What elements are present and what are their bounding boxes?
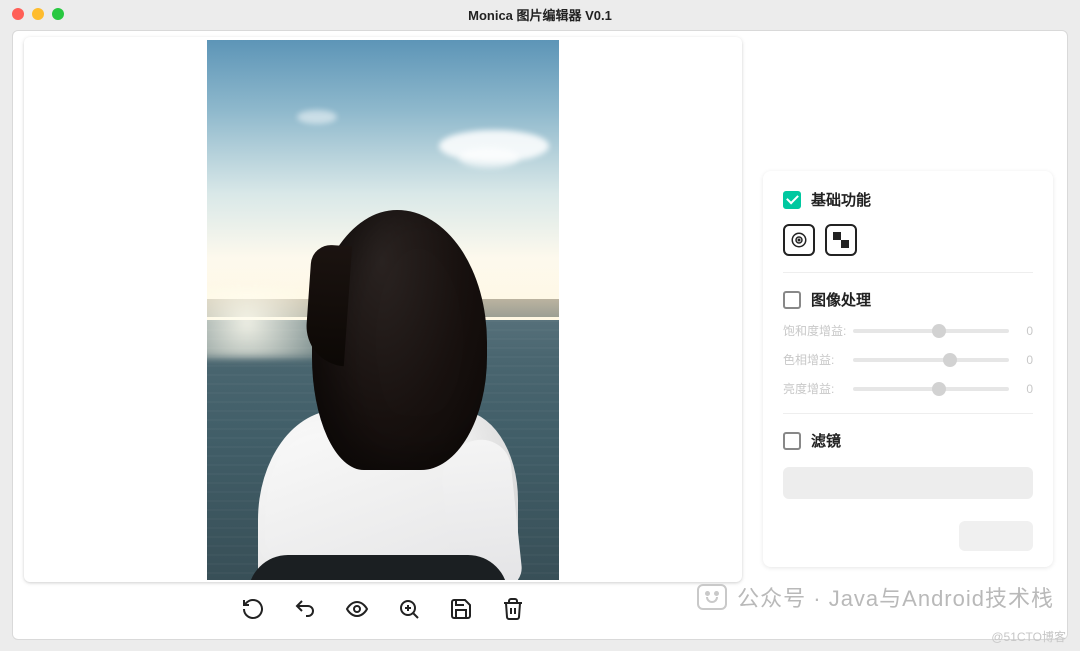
titlebar: Monica 图片编辑器 V0.1: [0, 0, 1080, 28]
hue-label: 色相增益:: [783, 351, 845, 368]
saturation-slider[interactable]: [853, 329, 1009, 333]
slider-brightness: 亮度增益: 0: [783, 380, 1033, 397]
hue-value: 0: [1017, 353, 1033, 367]
image-processing-checkbox[interactable]: [783, 291, 801, 309]
reset-icon[interactable]: [240, 596, 266, 622]
delete-icon[interactable]: [500, 596, 526, 622]
brightness-value: 0: [1017, 382, 1033, 396]
maximize-window-button[interactable]: [52, 8, 64, 20]
saturation-value: 0: [1017, 324, 1033, 338]
basic-label: 基础功能: [811, 189, 871, 210]
traffic-lights: [12, 8, 64, 20]
slider-saturation: 饱和度增益: 0: [783, 322, 1033, 339]
section-basic: 基础功能: [783, 189, 1033, 256]
filter-checkbox[interactable]: [783, 432, 801, 450]
minimize-window-button[interactable]: [32, 8, 44, 20]
save-icon[interactable]: [448, 596, 474, 622]
brightness-label: 亮度增益:: [783, 380, 845, 397]
edited-photo[interactable]: [207, 40, 559, 580]
section-filter: 滤镜: [783, 430, 1033, 499]
image-card: [24, 37, 742, 582]
undo-icon[interactable]: [292, 596, 318, 622]
panel-action-button[interactable]: [959, 521, 1033, 551]
hue-slider[interactable]: [853, 358, 1009, 362]
app-window: 基础功能 图像处理 饱和度增益: 0: [12, 30, 1068, 640]
checkerboard-icon[interactable]: [825, 224, 857, 256]
close-window-button[interactable]: [12, 8, 24, 20]
side-panel: 基础功能 图像处理 饱和度增益: 0: [763, 171, 1053, 567]
basic-checkbox[interactable]: [783, 191, 801, 209]
divider: [783, 413, 1033, 414]
filter-label: 滤镜: [811, 430, 841, 451]
saturation-label: 饱和度增益:: [783, 322, 845, 339]
canvas-toolbar: [240, 596, 526, 622]
divider: [783, 272, 1033, 273]
zoom-in-icon[interactable]: [396, 596, 422, 622]
image-processing-label: 图像处理: [811, 289, 871, 310]
preview-eye-icon[interactable]: [344, 596, 370, 622]
slider-hue: 色相增益: 0: [783, 351, 1033, 368]
brightness-slider[interactable]: [853, 387, 1009, 391]
window-title: Monica 图片编辑器 V0.1: [468, 5, 612, 24]
section-image-processing: 图像处理 饱和度增益: 0 色相增益: 0 亮度增益: 0: [783, 289, 1033, 397]
canvas-area: [13, 31, 753, 639]
target-icon[interactable]: [783, 224, 815, 256]
filter-disabled-button: [783, 467, 1033, 499]
photo-figure: [238, 200, 528, 580]
